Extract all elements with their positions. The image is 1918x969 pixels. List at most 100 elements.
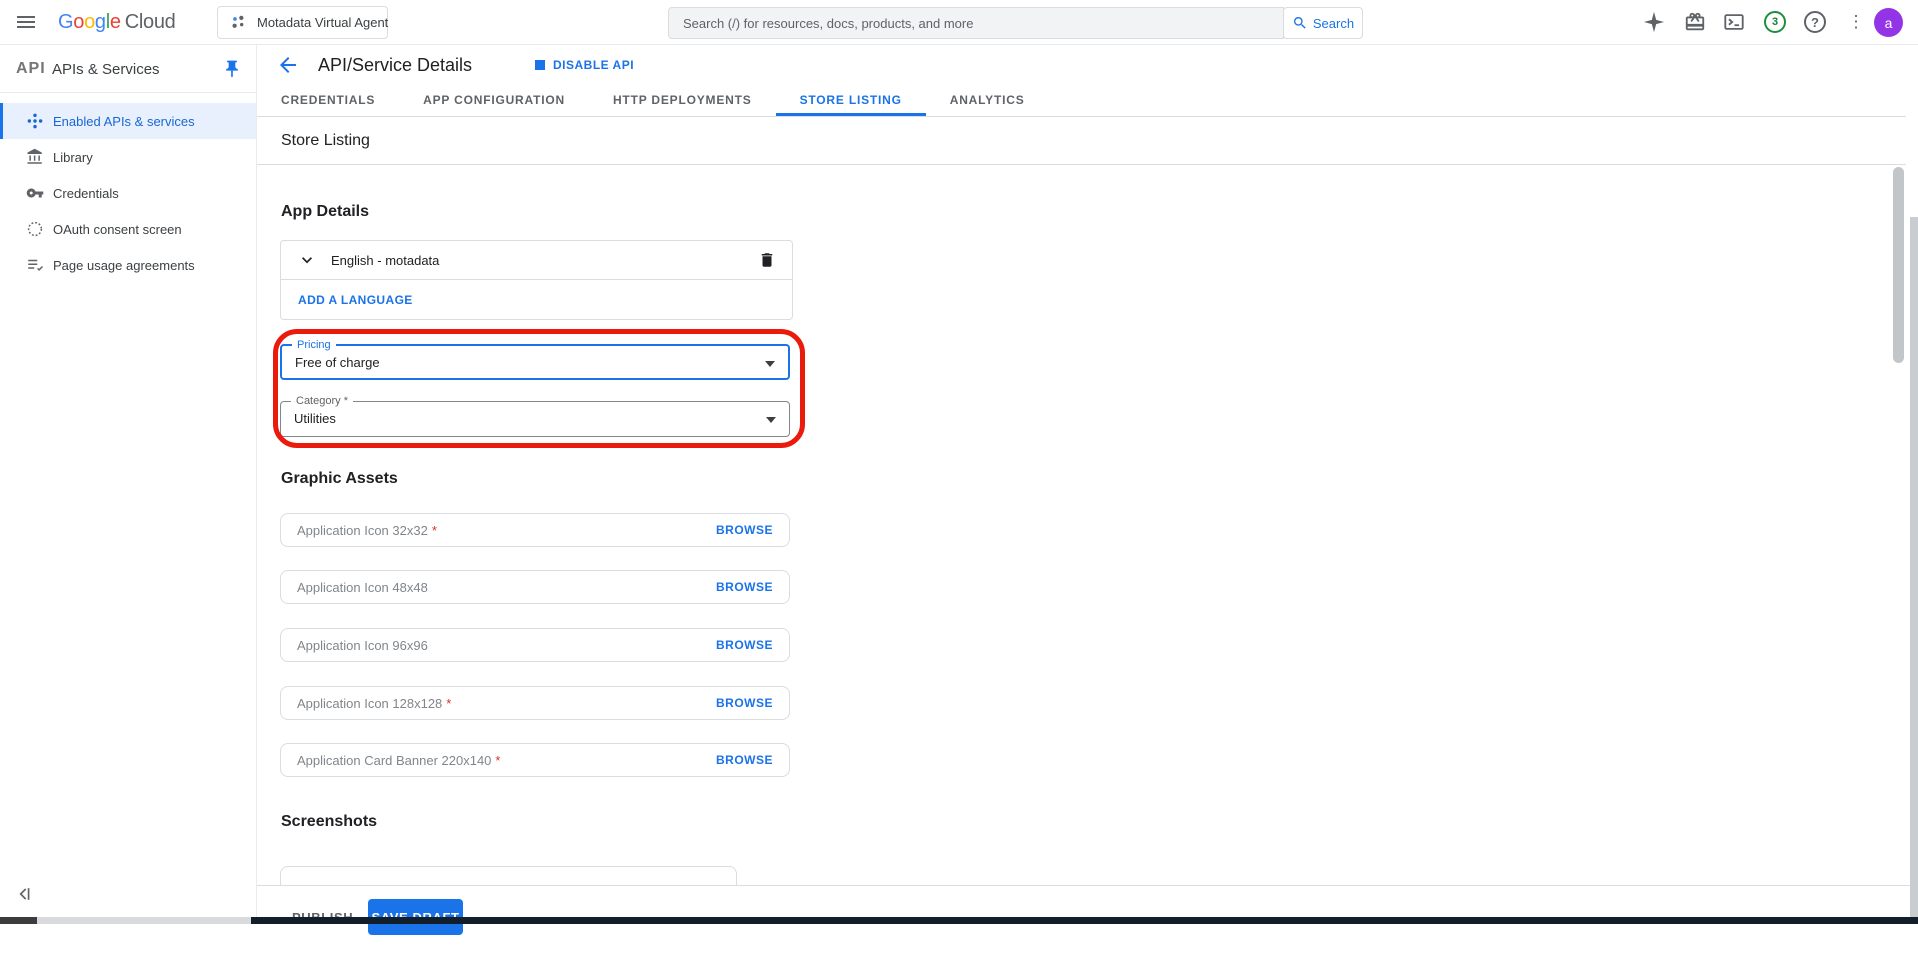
browse-button[interactable]: BROWSE [716,753,773,767]
chevron-down-icon[interactable] [297,250,317,270]
google-cloud-logo[interactable]: GoogleCloud [58,10,176,34]
search-input[interactable] [668,7,1284,39]
sidebar-item-label: Page usage agreements [53,258,195,273]
oauth-consent-icon [26,220,44,238]
asset-label: Application Icon 96x96 [297,638,428,653]
gift-icon[interactable] [1684,11,1706,33]
logo-letter: o [73,11,84,33]
search-button[interactable]: Search [1283,7,1363,39]
asset-label: Application Card Banner 220x140 [297,753,491,768]
page-header: API/Service Details DISABLE API [257,45,1918,85]
logo-letter: o [84,11,95,33]
pricing-select[interactable]: Pricing Free of charge [280,344,790,380]
logo-cloud-text: Cloud [125,11,176,33]
asset-label: Application Icon 32x32 [297,523,428,538]
sidebar-nav: Enabled APIs & services Library Credenti… [0,103,256,283]
search-icon [1292,15,1308,31]
more-vert-icon[interactable]: ⋮ [1846,10,1866,34]
key-icon [26,184,44,202]
category-select[interactable]: Category * Utilities [280,401,790,437]
project-name: Motadata Virtual Agent [257,15,388,30]
browse-button[interactable]: BROWSE [716,638,773,652]
asset-field-icon-96: Application Icon 96x96 BROWSE [280,628,790,662]
app-details-heading: App Details [281,203,369,221]
pricing-value: Free of charge [295,346,380,380]
sidebar-item-credentials[interactable]: Credentials [0,175,256,211]
sidebar-item-label: Enabled APIs & services [53,114,195,129]
action-footer: PUBLISH SAVE DRAFT [257,885,1918,969]
gemini-sparkle-icon[interactable] [1643,11,1665,33]
sidebar-item-oauth-consent[interactable]: OAuth consent screen [0,211,256,247]
tab-http-deployments[interactable]: HTTP DEPLOYMENTS [589,85,776,116]
browse-button[interactable]: BROWSE [716,696,773,710]
language-row[interactable]: English - motadata [281,241,792,280]
window-scrollbar[interactable] [1910,217,1918,924]
asset-field-icon-48: Application Icon 48x48 BROWSE [280,570,790,604]
dropdown-arrow-icon [766,417,776,423]
asset-field-icon-32: Application Icon 32x32 * BROWSE [280,513,790,547]
sidebar-title: APIs & Services [52,61,160,78]
asset-field-icon-128: Application Icon 128x128 * BROWSE [280,686,790,720]
logo-letter: G [58,11,73,33]
browse-button[interactable]: BROWSE [716,523,773,537]
help-icon[interactable]: ? [1804,11,1826,33]
sidebar-item-library[interactable]: Library [0,139,256,175]
taskbar-edge-strip [251,917,1918,924]
content-scrollbar-thumb[interactable] [1893,167,1904,363]
disable-api-button[interactable]: DISABLE API [535,45,634,85]
page-title: API/Service Details [318,45,472,85]
avatar[interactable]: a [1874,8,1903,37]
screenshots-heading: Screenshots [281,813,377,831]
pin-icon[interactable] [222,59,242,79]
agreements-list-icon [26,256,44,274]
back-arrow-icon[interactable] [276,53,300,77]
sidebar-item-label: Credentials [53,186,119,201]
sidebar-header: API APIs & Services [0,45,256,93]
more-glyph: ⋮ [1848,12,1865,31]
graphic-assets-heading: Graphic Assets [281,470,398,488]
sidebar: API APIs & Services Enabled APIs & servi… [0,45,257,924]
taskbar-edge-strip [0,917,37,924]
cloud-shell-icon[interactable] [1723,11,1745,33]
sidebar-item-page-usage-agreements[interactable]: Page usage agreements [0,247,256,283]
enabled-apis-icon [26,112,44,130]
library-icon [26,148,44,166]
asset-label: Application Icon 48x48 [297,580,428,595]
sidebar-item-label: Library [53,150,93,165]
required-asterisk: * [446,696,451,711]
tab-credentials[interactable]: CREDENTIALS [257,85,399,116]
tab-analytics[interactable]: ANALYTICS [926,85,1049,116]
tab-store-listing[interactable]: STORE LISTING [776,85,926,116]
collapse-sidebar-icon[interactable] [14,884,34,904]
sidebar-item-enabled-apis[interactable]: Enabled APIs & services [0,103,256,139]
api-product-logo: API [16,60,46,78]
category-value: Utilities [294,402,336,436]
disable-api-label: DISABLE API [553,58,634,72]
menu-icon[interactable] [14,10,38,34]
asset-field-card-banner: Application Card Banner 220x140 * BROWSE [280,743,790,777]
dropdown-arrow-icon [765,361,775,367]
sidebar-item-label: OAuth consent screen [53,222,182,237]
required-asterisk: * [432,523,437,538]
tab-app-configuration[interactable]: APP CONFIGURATION [399,85,589,116]
logo-letter: e [110,11,121,33]
stop-icon [535,60,545,70]
language-panel: English - motadata ADD A LANGUAGE [280,240,793,320]
project-icon [230,14,247,31]
project-selector[interactable]: Motadata Virtual Agent [217,6,388,39]
search-button-label: Search [1313,16,1354,31]
asset-label: Application Icon 128x128 [297,696,442,711]
taskbar-edge-strip [37,917,251,924]
avatar-letter: a [1885,15,1893,31]
browse-button[interactable]: BROWSE [716,580,773,594]
trial-count: 3 [1772,16,1778,28]
section-title-band: Store Listing [257,117,1906,165]
required-asterisk: * [495,753,500,768]
language-label: English - motadata [331,253,439,268]
free-trial-days-badge[interactable]: 3 [1764,11,1786,33]
top-app-bar: GoogleCloud Motadata Virtual Agent Searc… [0,0,1918,45]
add-language-button[interactable]: ADD A LANGUAGE [281,280,792,320]
delete-language-icon[interactable] [758,251,776,269]
main-content: API/Service Details DISABLE API CREDENTI… [257,45,1918,924]
section-title: Store Listing [281,117,370,165]
